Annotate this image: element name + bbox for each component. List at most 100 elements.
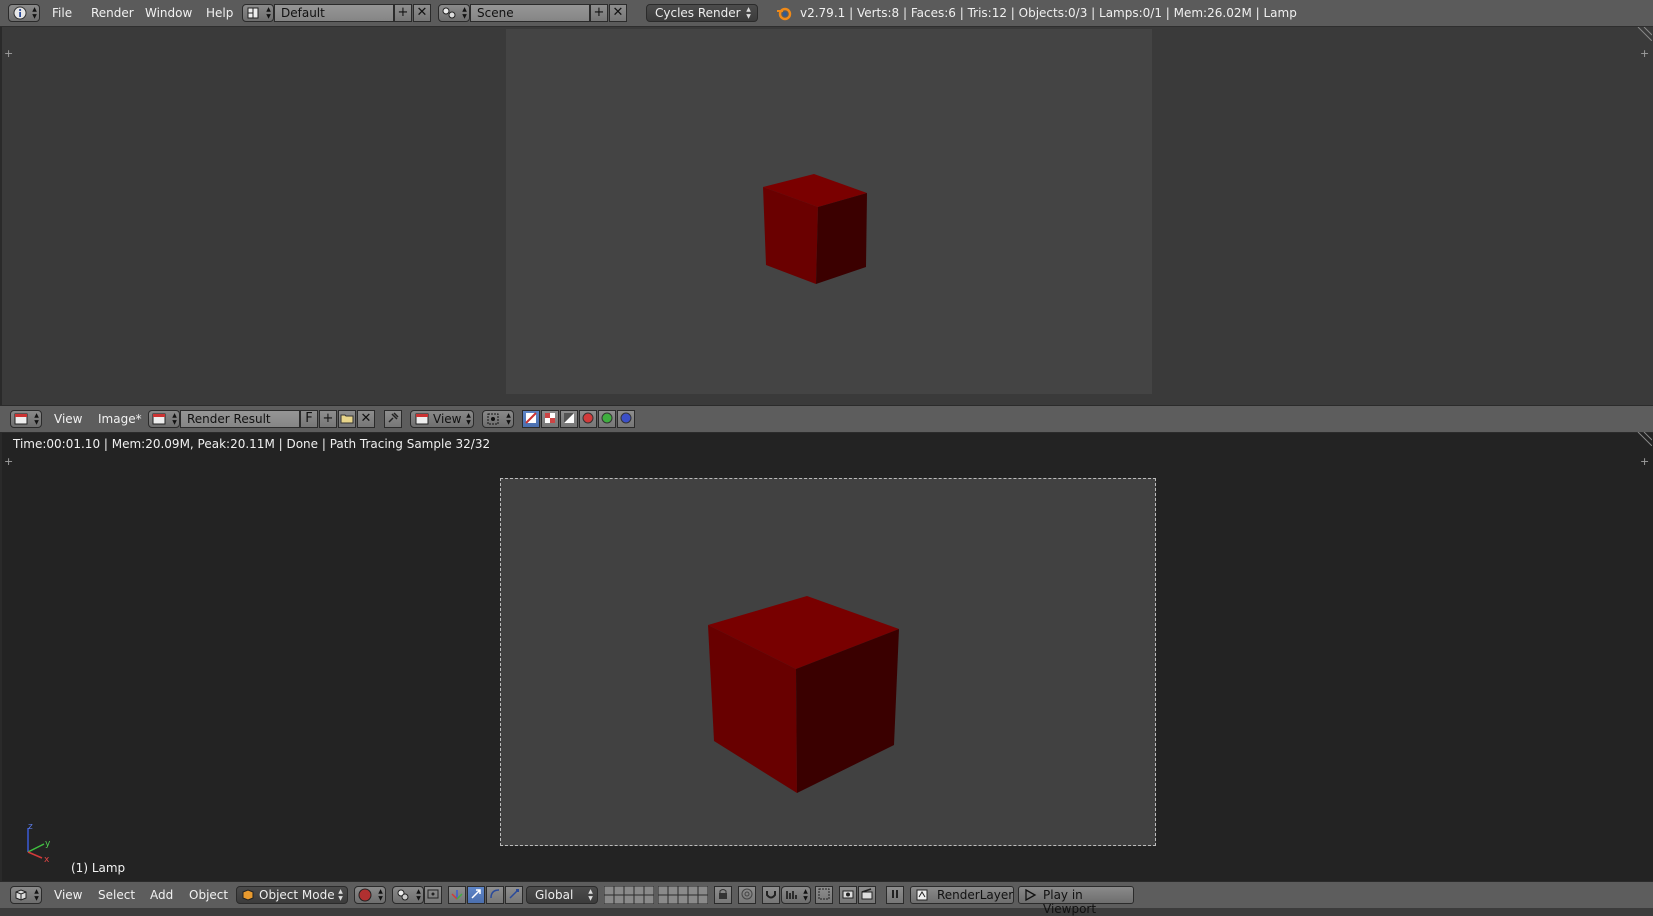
scale-manipulator-button[interactable] (505, 886, 523, 904)
area-corner-grip-icon[interactable] (1636, 27, 1652, 41)
pin-icon (388, 412, 399, 423)
editor-type-selector[interactable]: ▲ ▼ (10, 410, 42, 428)
blender-logo-icon (777, 7, 792, 21)
snap-target-icon (818, 888, 830, 900)
menu-select[interactable]: Select (98, 888, 135, 902)
image-name-field[interactable]: Render Result (180, 410, 300, 428)
menu-view[interactable]: View (54, 888, 82, 902)
area-corner-grip-icon[interactable] (1636, 432, 1652, 446)
shading-sphere-icon (358, 888, 372, 902)
render-layer-icon (916, 889, 928, 901)
image-icon (415, 413, 429, 425)
scene-name-field[interactable]: Scene (470, 4, 590, 22)
new-image-button[interactable]: + (319, 410, 337, 428)
menu-window[interactable]: Window (145, 6, 192, 20)
fake-user-button[interactable]: F (300, 410, 318, 428)
active-object-label: (1) Lamp (71, 861, 126, 875)
view-mode-dropdown[interactable]: View ▲ ▼ (410, 410, 474, 428)
x-axis-label: x (44, 855, 50, 864)
rotate-arc-icon (490, 889, 500, 899)
render-engine-dropdown[interactable]: Cycles Render ▲ ▼ (646, 4, 758, 22)
dropdown-arrows-icon: ▲ ▼ (34, 888, 39, 902)
interaction-mode-dropdown[interactable]: Object Mode ▲ ▼ (236, 886, 348, 904)
area-split-plus-icon[interactable]: + (1640, 48, 1649, 59)
pivot-point-dropdown[interactable]: ▲ ▼ (392, 886, 424, 904)
green-channel-button[interactable] (598, 410, 616, 428)
render-layer-button[interactable]: RenderLayer (910, 886, 1014, 904)
scene-icon (442, 7, 456, 19)
scene-layers-group-2[interactable] (658, 886, 708, 904)
color-alpha-channel-button[interactable] (522, 410, 540, 428)
scene-statistics: v2.79.1 | Verts:8 | Faces:6 | Tris:12 | … (800, 6, 1297, 20)
menu-view[interactable]: View (54, 412, 82, 426)
pin-image-button[interactable] (384, 410, 402, 428)
transform-orientation-dropdown[interactable]: Global ▲ ▼ (526, 886, 598, 904)
color-channel-button[interactable] (541, 410, 559, 428)
menu-render[interactable]: Render (91, 6, 134, 20)
dropdown-arrows-icon: ▲ ▼ (266, 6, 271, 20)
screen-layout-selector[interactable]: ▲ ▼ (242, 4, 274, 22)
transform-orientation-label: Global (535, 888, 574, 902)
dropdown-arrows-icon: ▲ ▼ (378, 888, 383, 902)
dropdown-arrows-icon: ▲ ▼ (338, 888, 343, 902)
snap-element-dropdown[interactable]: ▲ ▼ (781, 886, 811, 904)
red-channel-button[interactable] (579, 410, 597, 428)
transform-manipulators-toggle[interactable] (448, 886, 466, 904)
menu-image[interactable]: Image* (98, 412, 142, 426)
snap-toggle-button[interactable] (762, 886, 780, 904)
unlink-image-button[interactable]: ✕ (357, 410, 375, 428)
area-split-plus-icon[interactable]: + (4, 456, 13, 467)
browse-image-selector[interactable]: ▲ ▼ (148, 410, 180, 428)
scene-selector[interactable]: ▲ ▼ (438, 4, 470, 22)
snap-increment-icon (786, 891, 797, 899)
lock-layers-button[interactable] (714, 886, 732, 904)
layout-icon (247, 7, 259, 19)
proportional-editing-button[interactable] (738, 886, 756, 904)
translate-manipulator-button[interactable] (467, 886, 485, 904)
menu-help[interactable]: Help (206, 6, 233, 20)
green-circle-icon (601, 412, 613, 424)
pivot-selector[interactable]: ▲ ▼ (482, 410, 514, 428)
opengl-animation-button[interactable] (858, 886, 876, 904)
menu-object[interactable]: Object (189, 888, 228, 902)
viewport-shading-dropdown[interactable]: ▲ ▼ (354, 886, 386, 904)
editor-type-selector[interactable]: ▲ ▼ (10, 886, 42, 904)
magnet-icon (766, 891, 776, 899)
pivot-icon (397, 889, 409, 901)
dropdown-arrows-icon: ▲ ▼ (746, 6, 751, 20)
snap-target-button[interactable] (815, 886, 833, 904)
render-result-image (506, 29, 1152, 394)
scene-layers-group-1[interactable] (604, 886, 654, 904)
editor-type-selector[interactable]: ▲ ▼ (8, 4, 40, 22)
blue-channel-button[interactable] (617, 410, 635, 428)
alpha-channel-button[interactable] (560, 410, 578, 428)
play-in-viewport-button[interactable]: Play in Viewport (1018, 886, 1134, 916)
manipulate-center-button[interactable] (424, 886, 442, 904)
area-split-plus-icon[interactable]: + (1640, 456, 1649, 467)
alpha-icon (564, 413, 574, 423)
info-header: ▲ ▼ File Render Window Help ▲ ▼ Default + … (0, 0, 1653, 27)
center-points-icon (427, 889, 439, 899)
menu-file[interactable]: File (52, 6, 72, 20)
add-layout-button[interactable]: + (394, 4, 412, 22)
open-image-button[interactable] (338, 410, 356, 428)
color-alpha-icon (525, 412, 537, 424)
render-status-text: Time:00:01.10 | Mem:20.09M, Peak:20.11M … (13, 437, 491, 451)
y-axis-line (27, 843, 45, 853)
blue-circle-icon (620, 412, 632, 424)
axis-gizmo: z y x (27, 822, 51, 864)
menu-add[interactable]: Add (150, 888, 173, 902)
rotate-manipulator-button[interactable] (486, 886, 504, 904)
image-icon (152, 413, 166, 425)
area-split-plus-icon[interactable]: + (4, 48, 13, 59)
opengl-render-button[interactable] (839, 886, 857, 904)
add-scene-button[interactable]: + (590, 4, 608, 22)
delete-layout-button[interactable]: ✕ (413, 4, 431, 22)
object-mode-icon (242, 889, 254, 901)
red-circle-icon (582, 412, 594, 424)
screen-layout-name-field[interactable]: Default (274, 4, 394, 22)
delete-scene-button[interactable]: ✕ (609, 4, 627, 22)
pause-render-button[interactable] (886, 886, 904, 904)
3d-view-header: ▲ ▼ View Select Add Object Object Mode ▲ ▼… (0, 881, 1653, 916)
plus-icon: + (593, 5, 605, 20)
